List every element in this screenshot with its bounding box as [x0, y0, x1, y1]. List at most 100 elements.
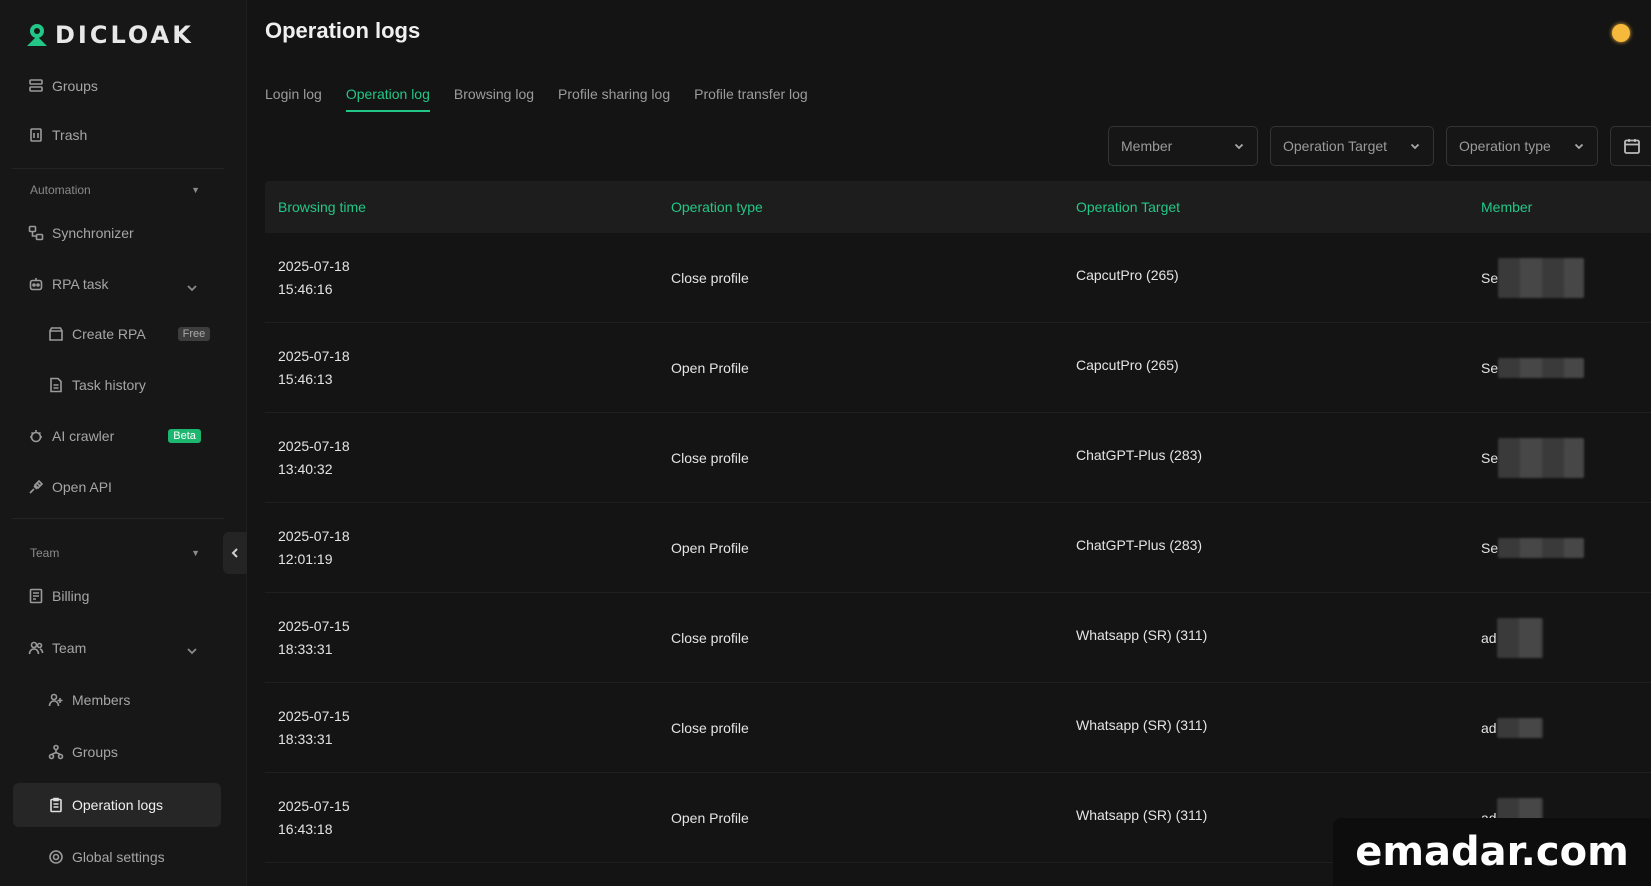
sidebar-item-label: AI crawler [52, 428, 115, 444]
date-text: 2025-07-18 [278, 257, 350, 274]
operation-type-filter-select[interactable]: Operation type [1446, 126, 1598, 166]
sidebar-item-label: Billing [52, 588, 90, 604]
operation-log-table: Browsing time Operation type Operation T… [265, 181, 1651, 863]
column-header-operation-target: Operation Target [1076, 199, 1181, 215]
operation-type-cell: Open Profile [671, 539, 749, 556]
sidebar-item-task-history[interactable]: Task history [48, 373, 146, 397]
sidebar-item-rpa-task[interactable]: RPA task [28, 272, 109, 296]
tab-profile-sharing-log[interactable]: Profile sharing log [558, 86, 670, 112]
browsing-time-cell: 2025-07-15 16:43:18 [265, 795, 671, 841]
browsing-time-cell: 2025-07-18 15:46:16 [265, 255, 671, 301]
operation-type-cell: Close profile [671, 629, 749, 646]
column-header-operation-type: Operation type [671, 199, 763, 215]
member-name: ad [1481, 719, 1497, 736]
operation-target-cell: Whatsapp (SR) (311) [1076, 626, 1208, 643]
table-row: 2025-07-18 15:46:16 Close profile CapcutP… [265, 233, 1651, 323]
member-cell: Se [1481, 537, 1651, 558]
chevron-left-icon [231, 548, 238, 558]
time-text: 18:33:31 [278, 640, 333, 657]
chevron-down-icon[interactable] [185, 644, 199, 658]
column-header-browsing-time: Browsing time [278, 199, 366, 215]
page-title: Operation logs [265, 18, 421, 43]
operation-target-cell: CapcutPro (265) [1076, 266, 1179, 283]
theme-toggle-icon[interactable] [1612, 24, 1630, 42]
table-row: 2025-07-18 15:46:13 Open Profile CapcutPr… [265, 323, 1651, 413]
watermark: emadar.com [1333, 818, 1651, 886]
bug-icon [30, 430, 42, 443]
member-name: ad [1481, 629, 1497, 646]
log-tabs: Login log Operation log Browsing log Pro… [265, 86, 808, 112]
member-cell: ad [1481, 717, 1651, 738]
operation-type-cell: Close profile [671, 269, 749, 286]
tab-profile-transfer-log[interactable]: Profile transfer log [694, 86, 808, 112]
member-filter-label: Member [1121, 138, 1173, 154]
member-cell: Se [1481, 437, 1651, 478]
table-row: 2025-07-18 12:01:19 Open Profile ChatGPT-… [265, 503, 1651, 593]
sidebar-item-label: Open API [52, 479, 112, 495]
sidebar-item-groups[interactable]: Groups [28, 74, 98, 98]
date-range-picker[interactable] [1610, 126, 1651, 166]
date-text: 2025-07-15 [278, 797, 350, 814]
member-name: Se [1481, 269, 1499, 286]
sidebar-item-open-api[interactable]: Open API [28, 475, 112, 499]
chevron-down-icon[interactable] [185, 281, 199, 295]
sidebar-item-create-rpa[interactable]: Create RPA Free [48, 322, 211, 346]
filter-bar: Member Operation Target Operation type [1108, 126, 1651, 166]
redacted-member [1496, 617, 1543, 658]
date-text: 2025-07-18 [278, 527, 350, 544]
sidebar-item-operation-logs[interactable]: Operation logs [48, 793, 163, 817]
sidebar-item-team[interactable]: Team [28, 636, 86, 660]
collapse-sidebar-button[interactable] [223, 532, 247, 574]
tab-operation-log[interactable]: Operation log [345, 86, 430, 112]
operation-target-cell: ChatGPT-Plus (283) [1076, 446, 1203, 463]
user-add-icon [48, 693, 63, 707]
sidebar-item-synchronizer[interactable]: Synchronizer [28, 221, 134, 245]
logo-icon [27, 24, 47, 46]
sidebar-item-trash[interactable]: Trash [28, 123, 87, 147]
table-row: 2025-07-18 13:40:32 Close profile ChatGPT… [265, 413, 1651, 503]
time-text: 15:46:16 [278, 280, 333, 297]
plug-icon [29, 479, 44, 494]
sidebar-item-members[interactable]: Members [48, 688, 130, 712]
member-name: Se [1481, 449, 1499, 466]
time-text: 18:33:31 [278, 730, 333, 747]
caret-down-icon: ▼ [191, 548, 200, 558]
sidebar-item-ai-crawler[interactable]: AI crawler Beta [28, 424, 201, 448]
app-root: DICLOAK Groups Trash Automation ▼ Synchr… [0, 0, 1651, 886]
operation-type-cell: Open Profile [671, 809, 749, 826]
clipboard-icon [50, 797, 62, 813]
caret-down-icon: ▼ [191, 185, 200, 195]
date-text: 2025-07-18 [278, 347, 350, 364]
redacted-member [1498, 257, 1585, 298]
sidebar-item-billing[interactable]: Billing [28, 584, 89, 608]
member-filter-select[interactable]: Member [1108, 126, 1258, 166]
table-header: Browsing time Operation type Operation T… [265, 181, 1651, 233]
redacted-member [1496, 717, 1543, 738]
team-section-toggle[interactable]: Team ▼ [30, 546, 200, 560]
time-text: 16:43:18 [278, 820, 333, 837]
brand-name: DICLOAK [55, 21, 194, 49]
sidebar-item-label: Trash [52, 127, 88, 143]
operation-target-filter-select[interactable]: Operation Target [1270, 126, 1434, 166]
date-text: 2025-07-18 [278, 437, 350, 454]
date-text: 2025-07-15 [278, 617, 350, 634]
groups-icon [29, 79, 43, 92]
beta-badge: Beta [168, 429, 201, 443]
sidebar-item-label: Members [72, 692, 131, 708]
browsing-time-cell: 2025-07-15 18:33:31 [265, 705, 671, 751]
tab-login-log[interactable]: Login log [265, 86, 322, 112]
billing-icon [29, 588, 43, 604]
sidebar-item-label: Groups [52, 78, 98, 94]
date-text: 2025-07-15 [278, 707, 350, 724]
automation-section-toggle[interactable]: Automation ▼ [30, 183, 200, 197]
divider [12, 168, 224, 169]
redacted-member [1498, 437, 1585, 478]
chevron-down-icon [1234, 143, 1244, 150]
brand-logo[interactable]: DICLOAK [25, 18, 194, 52]
sidebar-item-label: Synchronizer [52, 225, 134, 241]
sidebar-item-global-settings[interactable]: Global settings [48, 845, 165, 869]
tab-browsing-log[interactable]: Browsing log [454, 86, 534, 112]
sidebar-item-groups-team[interactable]: Groups [48, 740, 118, 764]
free-badge: Free [177, 327, 211, 341]
operation-type-cell: Close profile [671, 719, 749, 736]
